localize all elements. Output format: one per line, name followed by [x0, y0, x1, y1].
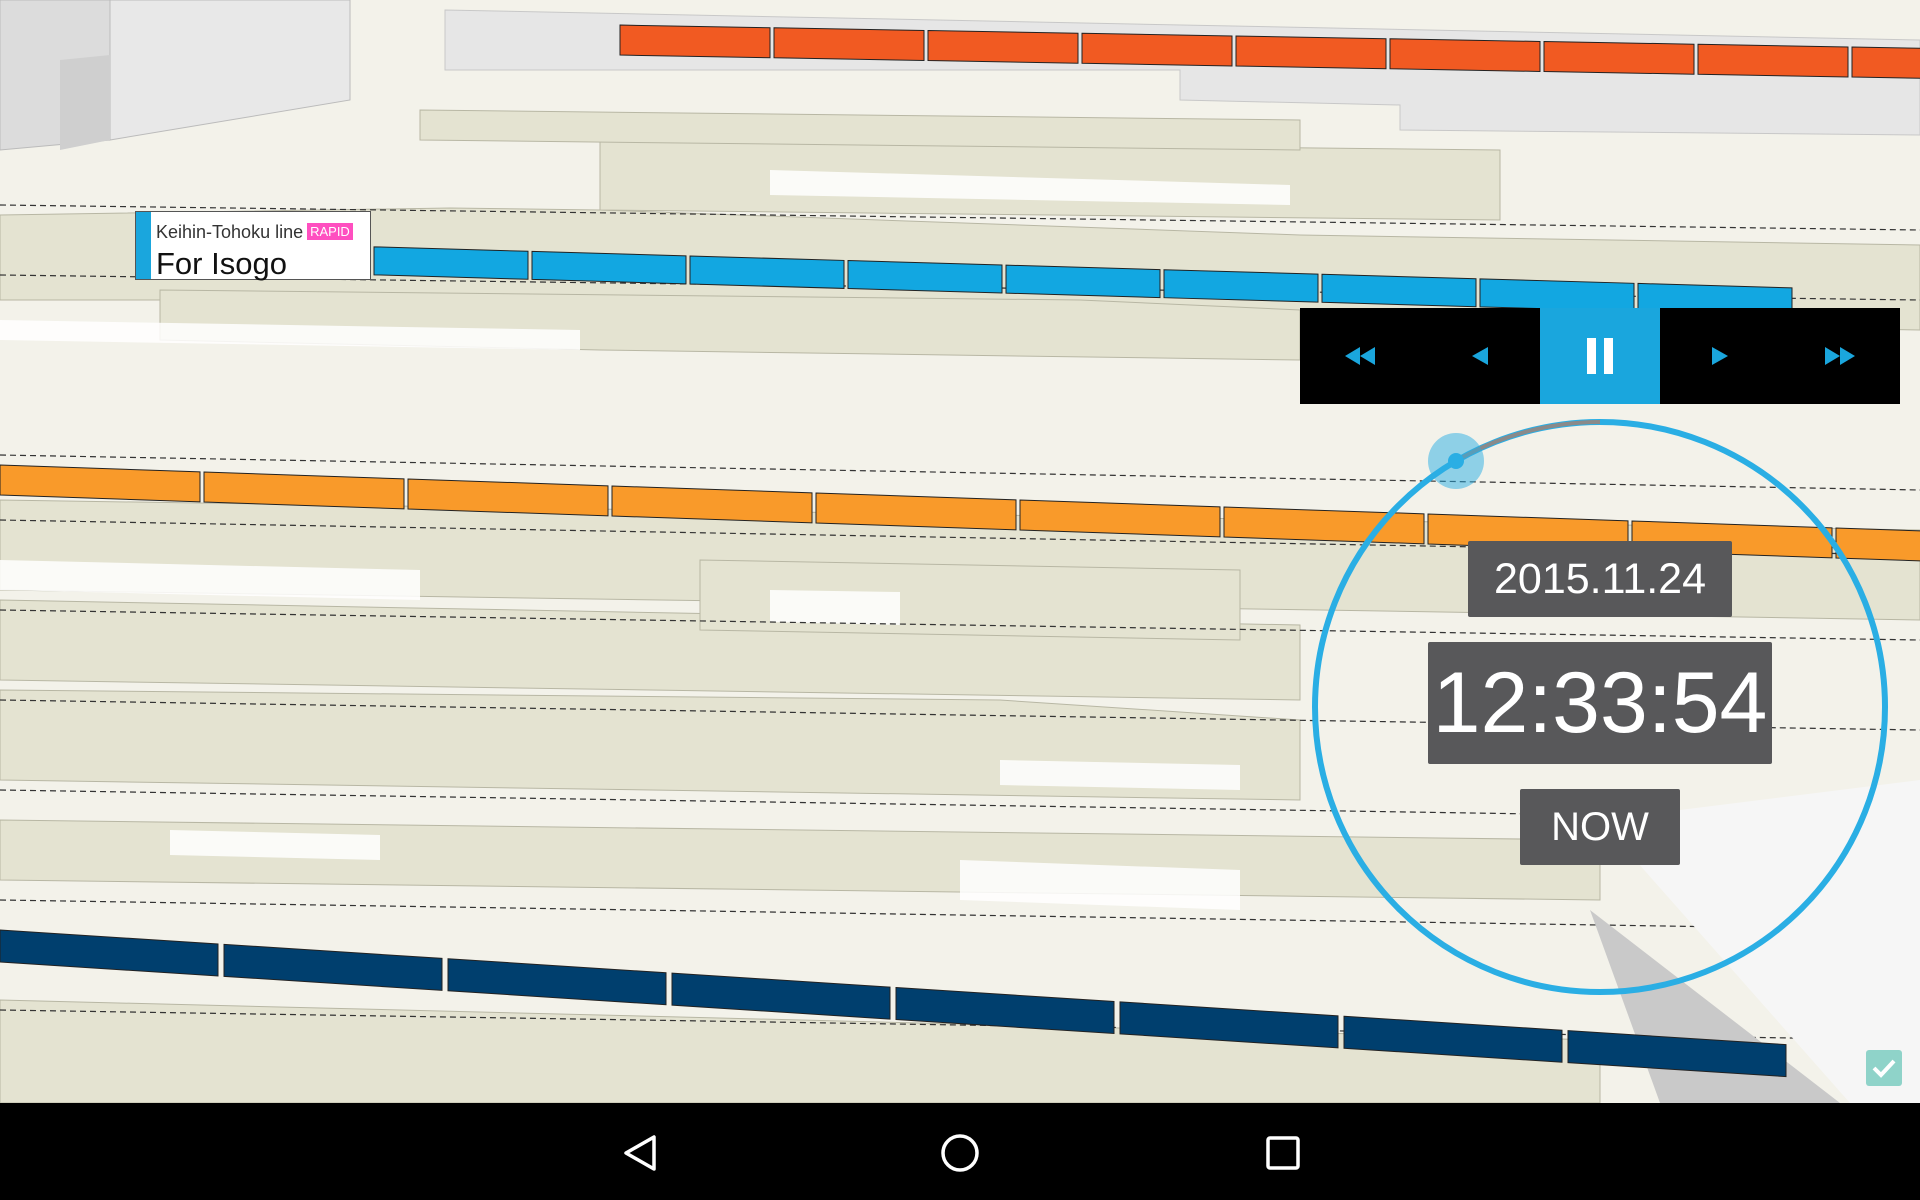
fast-rewind-button[interactable] — [1300, 308, 1420, 404]
pause-button[interactable] — [1540, 308, 1660, 404]
time-dial-handle-dot — [1448, 453, 1464, 469]
train-car — [1697, 43, 1849, 78]
train-car — [619, 24, 771, 59]
train-car — [0, 464, 201, 503]
recents-square-icon — [1266, 1136, 1300, 1170]
train-car — [1543, 41, 1695, 75]
train-car — [689, 255, 845, 289]
step-back-icon — [1472, 347, 1488, 365]
train-car — [531, 250, 687, 285]
train-car — [847, 260, 1003, 294]
train-car — [1019, 499, 1221, 538]
settings-checkbox[interactable] — [1866, 1050, 1902, 1086]
destination: For Isogo — [156, 246, 287, 281]
train-car — [773, 27, 925, 61]
train-car — [1081, 32, 1233, 67]
pause-icon — [1587, 338, 1613, 374]
fast-rewind-icon — [1345, 347, 1375, 365]
clock-date: 2015.11.24 — [1468, 541, 1732, 617]
train-car — [203, 471, 405, 510]
train-car — [407, 478, 609, 517]
train-car — [1321, 273, 1477, 308]
train-car — [1005, 264, 1161, 299]
train-car — [927, 30, 1079, 64]
train-car — [1389, 38, 1541, 72]
playback-controls — [1300, 308, 1900, 404]
train-car — [1851, 46, 1920, 79]
now-button[interactable]: NOW — [1520, 789, 1680, 865]
clock-time: 12:33:54 — [1428, 642, 1772, 764]
step-forward-icon — [1712, 347, 1728, 365]
train-car — [1235, 35, 1387, 70]
rapid-badge: RAPID — [307, 223, 353, 240]
train-car — [815, 492, 1017, 531]
step-back-button[interactable] — [1420, 308, 1540, 404]
checkbox-icon — [1872, 1059, 1896, 1078]
line-color-stripe — [136, 212, 151, 279]
step-forward-button[interactable] — [1660, 308, 1780, 404]
recents-button[interactable] — [1253, 1123, 1313, 1183]
home-button[interactable] — [930, 1123, 990, 1183]
train-car — [1163, 269, 1319, 303]
line-name: Keihin-Tohoku line — [156, 222, 304, 242]
back-triangle-icon — [624, 1135, 656, 1171]
train-car — [611, 485, 813, 524]
fast-forward-button[interactable] — [1780, 308, 1900, 404]
train-info-label[interactable]: Keihin-Tohoku line RAPID For Isogo — [135, 211, 371, 281]
train-car — [373, 246, 529, 280]
train-car — [1479, 278, 1635, 312]
system-navigation-bar — [0, 1103, 1920, 1200]
home-circle-icon — [941, 1134, 979, 1172]
back-button[interactable] — [610, 1123, 670, 1183]
fast-forward-icon — [1825, 347, 1855, 365]
